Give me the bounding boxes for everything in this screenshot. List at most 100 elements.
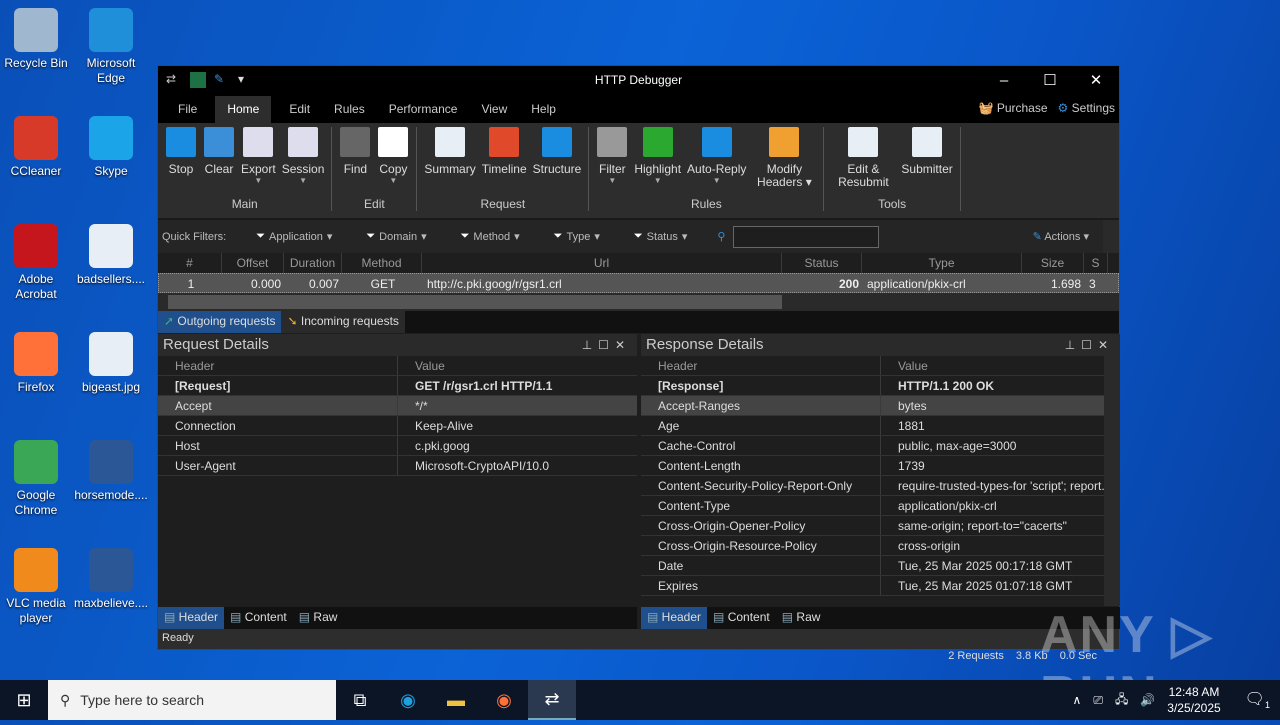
quick-filter-type[interactable]: ⏷ Type ▾ [554, 230, 600, 243]
pin-icon[interactable]: ⊥ [582, 338, 598, 352]
edge-taskbar-icon[interactable]: ◉ [384, 680, 432, 720]
request-row[interactable]: 1 0.000 0.007 GET http://c.pki.goog/r/gsr1.c… [158, 273, 1119, 293]
filter-search-input[interactable] [733, 225, 880, 248]
header-row[interactable]: Content-Security-Policy-Report-Only requi… [641, 476, 1120, 496]
menu-tab-performance[interactable]: Performance [377, 96, 470, 123]
menu-tab-view[interactable]: View [469, 96, 519, 123]
grid-header: # Offset Duration Method Url Status Type Size S [158, 253, 1119, 273]
cell-size: 1.698 [1050, 277, 1081, 291]
quick-filter-method[interactable]: ⏷ Method ▾ [461, 230, 520, 243]
session-label: Session [281, 162, 325, 176]
close-icon[interactable]: ✕ [1098, 338, 1114, 352]
tray-chevron-icon[interactable]: ∧ [1073, 693, 1082, 707]
desktop-icon[interactable]: Firefox [0, 332, 74, 395]
maximize-icon[interactable]: ☐ [1081, 338, 1098, 352]
volume-icon[interactable]: 🔊 [1140, 693, 1155, 707]
minimize-button[interactable]: – [981, 66, 1027, 96]
header-row[interactable]: [Request] GET /r/gsr1.crl HTTP/1.1 [158, 376, 637, 396]
column-header[interactable]: Method [342, 253, 422, 273]
column-header[interactable]: S [1084, 253, 1108, 273]
task-view-icon[interactable]: ⧉ [336, 680, 384, 720]
column-header[interactable]: Duration [284, 253, 342, 273]
detail-tab-content[interactable]: ▤ Content [707, 607, 776, 629]
column-header[interactable]: Size [1022, 253, 1084, 273]
column-header[interactable]: Status [782, 253, 862, 273]
scroll-thumb[interactable] [168, 295, 782, 309]
desktop-icon[interactable]: Google Chrome [0, 440, 74, 518]
header-row[interactable]: Accept */* [158, 396, 637, 416]
header-row[interactable]: User-Agent Microsoft-CryptoAPI/10.0 [158, 456, 637, 476]
session-icon [288, 127, 319, 157]
file-explorer-icon[interactable]: ▬ [432, 680, 480, 720]
start-button[interactable]: ⊞ [0, 680, 48, 720]
meet-icon[interactable]: ⎚ [1093, 693, 1103, 708]
header-row[interactable]: Connection Keep-Alive [158, 416, 637, 436]
maximize-button[interactable]: ☐ [1027, 66, 1073, 96]
filter-funnel-icon: ⏷ [256, 230, 265, 242]
detail-tab-raw[interactable]: ▤ Raw [776, 607, 827, 629]
request-details-panel: Request Details ⊥☐✕ Header Value [Request] GE… [158, 334, 637, 606]
purchase-link[interactable]: 🧺 Purchase [979, 101, 1048, 115]
close-icon[interactable]: ✕ [615, 338, 631, 352]
maximize-icon[interactable]: ☐ [598, 338, 615, 352]
desktop-icon[interactable]: Microsoft Edge [73, 8, 149, 86]
response-scrollbar[interactable] [1104, 356, 1120, 606]
tab-label: Content [244, 610, 287, 624]
column-header[interactable]: Url [422, 253, 782, 273]
header-row[interactable]: Accept-Ranges bytes [641, 396, 1120, 416]
dropdown-arrow-icon: ▼ [254, 176, 263, 185]
header-row[interactable]: Cross-Origin-Opener-Policy same-origin; r… [641, 516, 1120, 536]
detail-tab-raw[interactable]: ▤ Raw [293, 607, 344, 629]
header-row[interactable]: Content-Length 1739 [641, 456, 1120, 476]
menu-tab-help[interactable]: Help [519, 96, 568, 123]
column-header[interactable]: Type [862, 253, 1022, 273]
menu-tab-home[interactable]: Home [215, 96, 272, 123]
desktop-icon[interactable]: bigeast.jpg [73, 332, 149, 395]
column-header[interactable]: # [158, 253, 222, 273]
submitter-icon [912, 127, 943, 157]
firefox-taskbar-icon[interactable]: ◉ [480, 680, 528, 720]
desktop-icon[interactable]: CCleaner [0, 116, 74, 179]
close-button[interactable]: ✕ [1073, 66, 1119, 96]
filter-icon [597, 127, 628, 157]
taskbar-search[interactable]: ⚲ Type here to search [48, 680, 336, 720]
menu-tab-file[interactable]: File [166, 96, 209, 123]
tab-incoming-requests[interactable]: ➘ Incoming requests [281, 311, 405, 333]
detail-tab-header[interactable]: ▤ Header [641, 607, 708, 629]
header-row[interactable]: Cross-Origin-Resource-Policy cross-origin [641, 536, 1120, 556]
header-row[interactable]: Date Tue, 25 Mar 2025 00:17:18 GMT [641, 556, 1120, 576]
column-header[interactable]: Offset [222, 253, 284, 273]
header-column: Header [158, 356, 398, 375]
menu-tab-edit[interactable]: Edit [277, 96, 322, 123]
quick-filter-application[interactable]: ⏷ Application ▾ [256, 230, 332, 243]
http-debugger-taskbar-icon[interactable]: ⇄ [528, 680, 576, 720]
quick-filter-domain[interactable]: ⏷ Domain ▾ [366, 230, 426, 243]
desktop-icon[interactable]: horsemode.... [73, 440, 149, 503]
header-row[interactable]: Host c.pki.goog [158, 436, 637, 456]
pin-icon[interactable]: ⊥ [1065, 338, 1081, 352]
grid-horizontal-scrollbar[interactable] [158, 293, 1119, 311]
desktop-icon[interactable]: Recycle Bin [0, 8, 74, 71]
notifications-button[interactable]: 🗨1 [1245, 689, 1270, 710]
tab-outgoing-requests[interactable]: ➚ Outgoing requests [158, 311, 282, 333]
desktop-icon[interactable]: VLC media player [0, 548, 74, 626]
header-row[interactable]: Content-Type application/pkix-crl [641, 496, 1120, 516]
detail-tab-content[interactable]: ▤ Content [224, 607, 293, 629]
actions-button[interactable]: ✎ Actions ▾ [1033, 230, 1089, 243]
menu-tab-rules[interactable]: Rules [322, 96, 377, 123]
desktop-icon[interactable]: maxbelieve.... [73, 548, 149, 611]
header-row[interactable]: Cache-Control public, max-age=3000 [641, 436, 1120, 456]
header-row[interactable]: [Response] HTTP/1.1 200 OK [641, 376, 1120, 396]
header-row[interactable]: Expires Tue, 25 Mar 2025 01:07:18 GMT [641, 576, 1120, 596]
network-icon[interactable]: 🖧 [1115, 690, 1128, 711]
desktop-icon[interactable]: Adobe Acrobat [0, 224, 74, 302]
desktop-icon[interactable]: badsellers.... [73, 224, 149, 287]
clock[interactable]: 12:48 AM 3/25/2025 [1167, 684, 1220, 716]
outgoing-icon: ➚ [164, 314, 175, 328]
header-row[interactable]: Age 1881 [641, 416, 1120, 436]
quick-filter-status[interactable]: ⏷ Status ▾ [634, 230, 688, 243]
desktop-icon[interactable]: Skype [73, 116, 149, 179]
settings-link[interactable]: ⚙ Settings [1058, 101, 1115, 115]
detail-tab-header[interactable]: ▤ Header [158, 607, 225, 629]
desktop-icon-label: Microsoft Edge [86, 56, 136, 85]
